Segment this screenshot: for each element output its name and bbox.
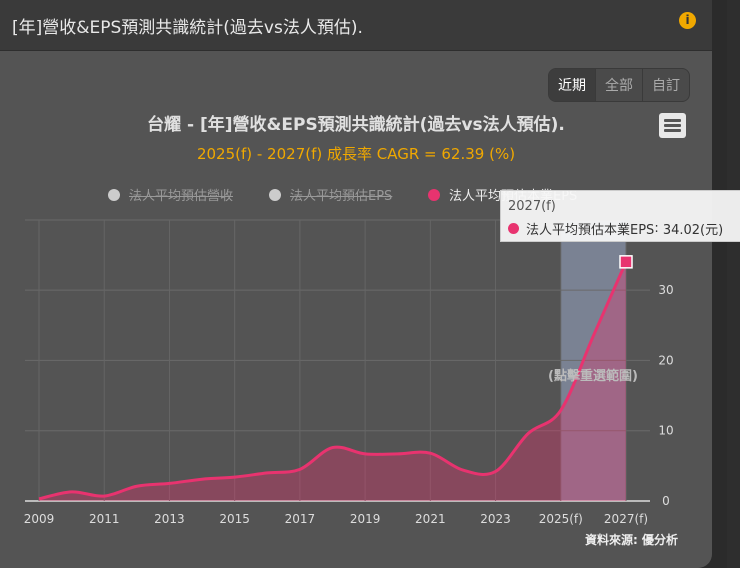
y-tick-label: 10	[658, 424, 673, 438]
chart-plot[interactable]: 0 10 20 30 2009 2011 2013 2015 2017 2019 2021 2023 2…	[0, 0, 740, 568]
x-tick-label: 2023	[480, 512, 511, 526]
x-tick-label: 2009	[24, 512, 55, 526]
series-dot-icon	[508, 223, 519, 234]
series-area	[39, 261, 626, 501]
tooltip-row: 法人平均預估本業EPS: 34.02(元)	[508, 219, 723, 238]
y-tick-label: 30	[658, 283, 673, 297]
x-tick-label: 2017	[285, 512, 316, 526]
x-tick-label: 2015	[219, 512, 250, 526]
x-tick-label: 2027(f)	[604, 512, 648, 526]
tooltip-value: 34.02(元)	[662, 223, 724, 238]
hover-marker	[619, 255, 633, 269]
data-source: 資料來源: 優分析	[585, 533, 678, 547]
tooltip: 2027(f) 法人平均預估本業EPS: 34.02(元)	[500, 190, 740, 242]
x-tick-label: 2011	[89, 512, 120, 526]
x-tick-label: 2019	[350, 512, 381, 526]
tooltip-category: 2027(f)	[508, 199, 556, 214]
x-tick-label: 2021	[415, 512, 446, 526]
x-tick-label: 2013	[154, 512, 185, 526]
x-tick-label: 2025(f)	[539, 512, 583, 526]
tooltip-series: 法人平均預估本業EPS	[526, 223, 655, 238]
y-tick-label: 0	[662, 494, 670, 508]
y-tick-label: 20	[658, 353, 673, 367]
reset-zoom-hint: (點擊重選範圍)	[548, 368, 638, 384]
